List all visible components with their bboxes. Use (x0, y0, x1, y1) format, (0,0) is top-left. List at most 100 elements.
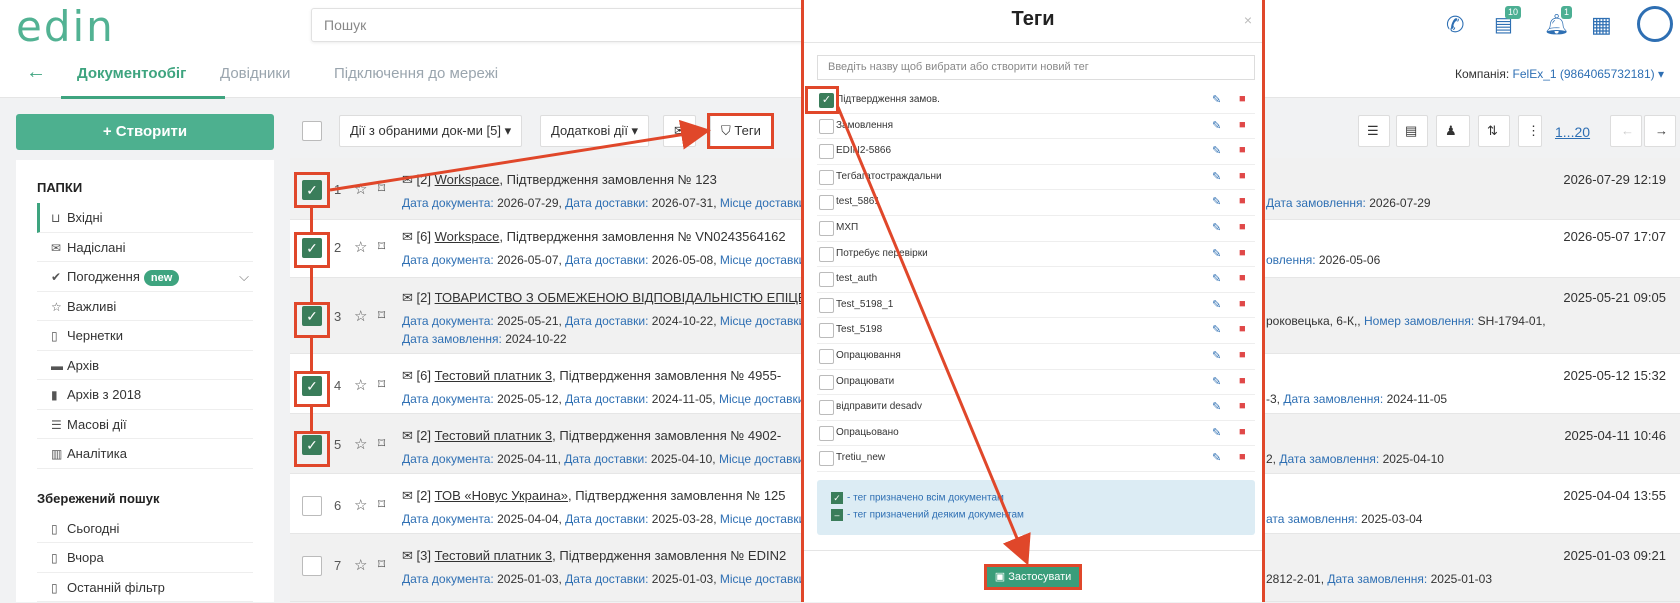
bookmark-icon[interactable]: ⌑ (378, 180, 385, 197)
tag-row[interactable]: test_auth✎■ (817, 267, 1255, 293)
edit-icon[interactable]: ✎ (1212, 272, 1221, 285)
star-icon[interactable]: ☆ (354, 238, 367, 256)
edit-icon[interactable]: ✎ (1212, 195, 1221, 208)
edit-icon[interactable]: ✎ (1212, 93, 1221, 106)
bookmark-icon[interactable]: ⌑ (378, 376, 385, 393)
row-title[interactable]: ✉ [6] Workspace, Підтвердження замовленн… (402, 229, 786, 245)
star-icon[interactable]: ☆ (354, 180, 367, 198)
user-avatar[interactable] (1637, 6, 1673, 42)
tab-directories[interactable]: Довідники (220, 65, 290, 82)
sidebar-item-approval[interactable]: ✔Погодженняnew⌵ (37, 262, 253, 292)
company-selector[interactable]: Компанія: FelEx_1 (9864065732181) ▾ (1455, 67, 1664, 81)
tag-checkbox[interactable] (819, 144, 834, 159)
close-icon[interactable]: × (1244, 12, 1252, 28)
edin-logo[interactable]: edin (16, 2, 115, 51)
sidebar-item-archive[interactable]: ▬Архів (37, 351, 253, 381)
sidebar-item-sent[interactable]: ✉Надіслані (37, 233, 253, 263)
chevron-down-icon[interactable]: ⌵ (239, 262, 249, 292)
bookmark-icon[interactable]: ⌑ (378, 556, 385, 573)
sidebar-item-important[interactable]: ☆Важливі (37, 292, 253, 322)
star-icon[interactable]: ☆ (354, 435, 367, 453)
trash-icon[interactable]: ■ (1239, 272, 1246, 284)
trash-icon[interactable]: ■ (1239, 349, 1246, 361)
row-title[interactable]: ✉ [2] Workspace, Підтвердження замовленн… (402, 172, 717, 188)
apply-button[interactable]: ▣ Застосувати (984, 564, 1082, 590)
tag-row[interactable]: ✓Підтвердження замов.✎■ (817, 88, 1255, 114)
sidebar-item-bulk[interactable]: ☰Масові дії (37, 410, 253, 440)
trash-icon[interactable]: ■ (1239, 375, 1246, 387)
doc-view-button[interactable]: ▤ (1396, 115, 1428, 147)
sidebar-item-analytics[interactable]: ▥Аналітика (37, 439, 253, 469)
tab-network[interactable]: Підключення до мережі (334, 65, 498, 82)
row-title[interactable]: ✉ [6] Тестовий платник 3, Підтвердження … (402, 368, 781, 384)
tag-row[interactable]: відправити desadv✎■ (817, 395, 1255, 421)
saved-today[interactable]: ▯Сьогодні (37, 514, 253, 544)
tag-checkbox[interactable] (819, 221, 834, 236)
trash-icon[interactable]: ■ (1239, 93, 1246, 105)
edit-icon[interactable]: ✎ (1212, 349, 1221, 362)
row-title[interactable]: ✉ [2] ТОВ «Новус Украина», Підтвердження… (402, 488, 786, 504)
tag-row[interactable]: Потребує перевірки✎■ (817, 242, 1255, 268)
edit-icon[interactable]: ✎ (1212, 323, 1221, 336)
edit-icon[interactable]: ✎ (1212, 247, 1221, 260)
edit-icon[interactable]: ✎ (1212, 400, 1221, 413)
tag-checkbox[interactable] (819, 298, 834, 313)
trash-icon[interactable]: ■ (1239, 400, 1246, 412)
edit-icon[interactable]: ✎ (1212, 144, 1221, 157)
tag-row[interactable]: EDIN2-5866✎■ (817, 139, 1255, 165)
saved-yesterday[interactable]: ▯Вчора (37, 543, 253, 573)
company-value[interactable]: FelEx_1 (9864065732181) ▾ (1513, 67, 1664, 81)
next-page-button[interactable]: → (1644, 115, 1676, 147)
tag-checkbox[interactable] (819, 426, 834, 441)
star-icon[interactable]: ☆ (354, 556, 367, 574)
create-button[interactable]: + Створити (16, 114, 274, 150)
tag-search-input[interactable]: Введіть назву щоб вибрати або створити н… (817, 55, 1255, 80)
tag-row[interactable]: МХП✎■ (817, 216, 1255, 242)
tag-checkbox[interactable] (819, 247, 834, 262)
tag-row[interactable]: Опрацювання✎■ (817, 344, 1255, 370)
trash-icon[interactable]: ■ (1239, 195, 1246, 207)
trash-icon[interactable]: ■ (1239, 119, 1246, 131)
mail-button[interactable]: ✉ (663, 115, 696, 147)
tag-row[interactable]: Test_5198✎■ (817, 318, 1255, 344)
tag-row[interactable]: Test_5198_1✎■ (817, 293, 1255, 319)
prev-page-button[interactable]: ← (1610, 115, 1642, 147)
tag-checkbox[interactable] (819, 375, 834, 390)
bulk-actions-dropdown[interactable]: Дії з обраними док-ми [5] ▾ (339, 115, 522, 147)
tag-checkbox[interactable] (819, 170, 834, 185)
row-org[interactable]: Workspace (435, 172, 500, 187)
phone-icon[interactable]: ✆ (1446, 12, 1464, 38)
back-arrow-icon[interactable]: ← (26, 61, 46, 84)
tag-checkbox[interactable] (819, 451, 834, 466)
row-title[interactable]: ✉ [3] Тестовий платник 3, Підтвердження … (402, 548, 786, 564)
edit-icon[interactable]: ✎ (1212, 170, 1221, 183)
tag-checkbox[interactable] (819, 272, 834, 287)
trash-icon[interactable]: ■ (1239, 451, 1246, 463)
star-icon[interactable]: ☆ (354, 307, 367, 325)
trash-icon[interactable]: ■ (1239, 426, 1246, 438)
row-checkbox[interactable] (302, 556, 322, 576)
extra-actions-dropdown[interactable]: Додаткові дії ▾ (540, 115, 649, 147)
edit-icon[interactable]: ✎ (1212, 119, 1221, 132)
sidebar-item-inbox[interactable]: ⊔Вхідні (37, 203, 253, 233)
apps-grid-icon[interactable]: ▦ (1591, 12, 1612, 38)
tag-checkbox[interactable] (819, 119, 834, 134)
pagination-range[interactable]: 1...20 (1555, 124, 1590, 140)
group-view-button[interactable]: ♟ (1436, 115, 1470, 147)
edit-icon[interactable]: ✎ (1212, 375, 1221, 388)
star-icon[interactable]: ☆ (354, 376, 367, 394)
tab-docflow[interactable]: Документообіг (77, 65, 186, 82)
trash-icon[interactable]: ■ (1239, 323, 1246, 335)
tag-row[interactable]: Замовлення✎■ (817, 114, 1255, 140)
tag-row[interactable]: Опрацьовано✎■ (817, 421, 1255, 447)
trash-icon[interactable]: ■ (1239, 247, 1246, 259)
bookmark-icon[interactable]: ⌑ (378, 307, 385, 324)
row-title[interactable]: ✉ [2] ТОВАРИСТВО З ОБМЕЖЕНОЮ ВІДПОВІДАЛЬ… (402, 290, 816, 306)
sidebar-item-drafts[interactable]: ▯Чернетки (37, 321, 253, 351)
row-checkbox[interactable] (302, 496, 322, 516)
trash-icon[interactable]: ■ (1239, 144, 1246, 156)
sort-button[interactable]: ⇅ (1478, 115, 1510, 147)
tag-checkbox[interactable] (819, 349, 834, 364)
tag-checkbox[interactable] (819, 400, 834, 415)
tag-checkbox[interactable] (819, 195, 834, 210)
